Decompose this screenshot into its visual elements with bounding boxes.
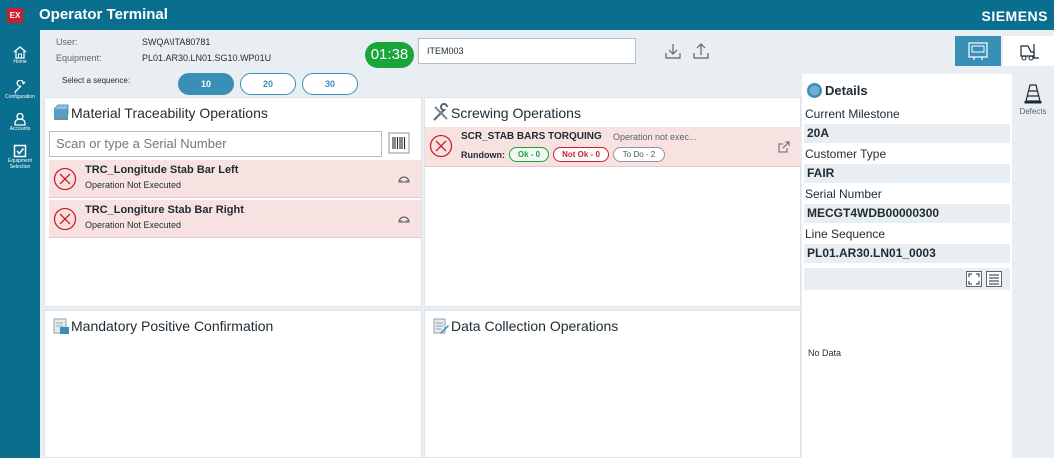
screwing-panel: Screwing Operations SCR_STAB BARS TORQUI…: [424, 97, 801, 307]
serial-number-input[interactable]: Scan or type a Serial Number: [49, 131, 382, 157]
sequence-button-30[interactable]: 30: [302, 73, 358, 95]
user-icon: [14, 112, 26, 126]
not-ok-count-badge: Not Ok - 0: [553, 147, 609, 162]
barcode-icon[interactable]: [388, 132, 410, 154]
terminal-icon: [968, 42, 988, 60]
equipment-label: Equipment:: [56, 53, 102, 63]
data-collection-panel: Data Collection Operations: [424, 310, 801, 458]
list-icon[interactable]: [986, 271, 1002, 287]
ok-count-badge: Ok - 0: [509, 147, 549, 162]
title-bar: EX Operator Terminal SIEMENS: [0, 0, 1054, 30]
right-toolbar: Defects: [1012, 74, 1054, 458]
nav-label-home: Home: [13, 59, 27, 65]
sequence-button-20[interactable]: 20: [240, 73, 296, 95]
nav-item-home[interactable]: Home: [0, 46, 40, 65]
nav-item-equipment-selection[interactable]: Equipment Selection: [0, 144, 40, 170]
screwing-title: Screwing Operations: [451, 105, 581, 121]
forklift-icon: [1020, 44, 1039, 61]
operation-name: TRC_Longiture Stab Bar Right: [85, 204, 244, 216]
material-traceability-panel: Material Traceability Operations Scan or…: [44, 97, 422, 307]
data-collection-icon: [433, 318, 449, 334]
user-label: User:: [56, 37, 78, 47]
checklist-icon: [53, 318, 69, 334]
screwing-operation-note: Operation not exec...: [613, 132, 697, 142]
screwing-operation-name: SCR_STAB BARS TORQUING: [461, 131, 602, 142]
brand-logo: SIEMENS: [981, 8, 1048, 24]
wrench-icon: [14, 80, 26, 94]
scanner-icon[interactable]: [397, 214, 411, 224]
rundown-label: Rundown:: [461, 150, 505, 160]
nav-label-configuration: Configuration: [5, 94, 35, 100]
data-collection-title: Data Collection Operations: [451, 318, 619, 334]
open-external-icon[interactable]: [777, 140, 791, 154]
line-sequence-value: PL01.AR30.LN01_0003: [804, 244, 1010, 263]
operation-row[interactable]: TRC_Longitude Stab Bar Left Operation No…: [49, 160, 421, 198]
equipment-value: PL01.AR30.LN01.SG10.WP01U: [142, 53, 272, 63]
expand-icon[interactable]: [966, 271, 982, 287]
traffic-cone-icon: [1024, 84, 1042, 104]
terminal-view-button[interactable]: [955, 36, 1001, 66]
screwing-operation-row[interactable]: SCR_STAB BARS TORQUING Operation not exe…: [425, 127, 801, 167]
mandatory-confirmation-title: Mandatory Positive Confirmation: [71, 318, 274, 334]
no-data-text: No Data: [808, 348, 842, 358]
customer-type-label: Customer Type: [805, 147, 887, 161]
user-value: SWQA\ITA80781: [142, 37, 211, 47]
sequence-label: Select a sequence:: [62, 76, 131, 85]
app-title: Operator Terminal: [39, 6, 168, 23]
current-milestone-label: Current Milestone: [805, 107, 900, 121]
serial-number-value: MECGT4WDB00000300: [804, 204, 1010, 223]
nav-label-accounts: Accounts: [9, 126, 31, 132]
timer-badge: 01:38: [365, 42, 414, 68]
details-toolbar: [804, 268, 1010, 290]
left-nav: Home Configuration Accounts Equipment Se…: [0, 30, 40, 458]
customer-type-value: FAIR: [804, 164, 1010, 183]
header: User: SWQA\ITA80781 Equipment: PL01.AR30…: [40, 30, 1054, 72]
todo-count-badge: To Do - 2: [613, 147, 665, 162]
nav-item-configuration[interactable]: Configuration: [0, 80, 40, 100]
operation-row[interactable]: TRC_Longiture Stab Bar Right Operation N…: [49, 200, 421, 238]
mandatory-confirmation-panel: Mandatory Positive Confirmation: [44, 310, 422, 458]
app-logo: EX: [7, 8, 23, 23]
boxes-icon: [53, 104, 69, 120]
details-title: Details: [825, 83, 868, 98]
download-icon[interactable]: [663, 41, 683, 61]
operation-status: Operation Not Executed: [85, 220, 182, 230]
nav-item-accounts[interactable]: Accounts: [0, 112, 40, 132]
material-traceability-title: Material Traceability Operations: [71, 105, 268, 121]
tools-icon: [433, 103, 448, 121]
item-field[interactable]: ITEM003: [418, 38, 636, 64]
nav-label-selection: Selection: [9, 164, 31, 170]
line-sequence-label: Line Sequence: [805, 227, 886, 241]
upload-icon[interactable]: [691, 41, 711, 61]
operation-status: Operation Not Executed: [85, 180, 182, 190]
home-icon: [13, 46, 27, 59]
serial-number-label: Serial Number: [805, 187, 882, 201]
error-icon: [429, 134, 453, 158]
error-icon: [53, 167, 77, 191]
scanner-icon[interactable]: [397, 174, 411, 184]
defects-label: Defects: [1019, 107, 1047, 116]
checkbox-icon: [13, 144, 27, 158]
forklift-button[interactable]: [1003, 36, 1054, 66]
error-icon: [53, 207, 77, 231]
operation-name: TRC_Longitude Stab Bar Left: [85, 164, 239, 176]
details-panel: Details Current Milestone 20A Customer T…: [802, 74, 1012, 458]
current-milestone-value: 20A: [804, 124, 1010, 143]
sequence-button-10[interactable]: 10: [178, 73, 234, 95]
info-icon: [807, 83, 822, 98]
